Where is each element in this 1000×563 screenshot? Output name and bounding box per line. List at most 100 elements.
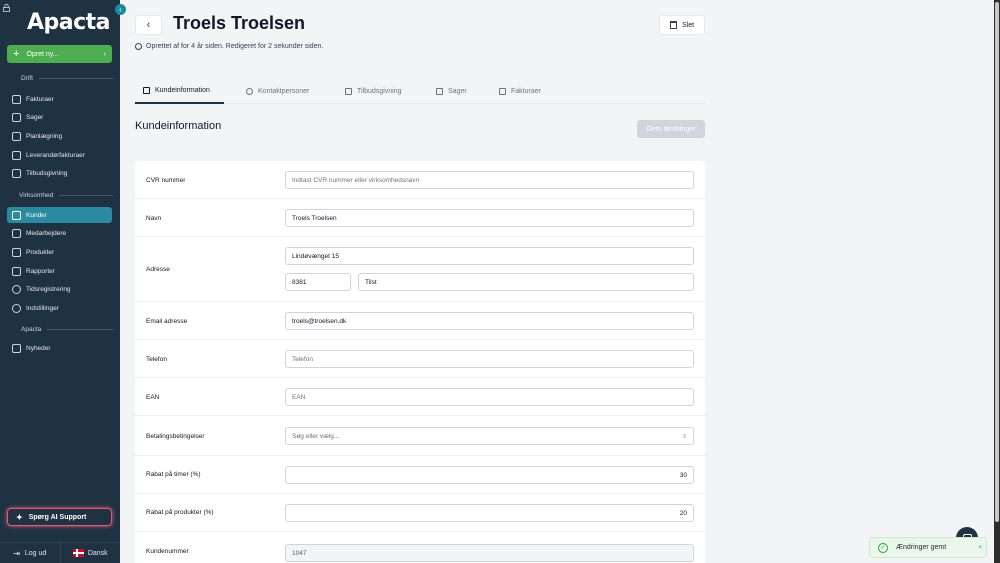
invoice-icon xyxy=(499,87,506,95)
form-row-discount-hours: Rabat på timer (%) 30 xyxy=(135,456,705,494)
ean-label: EAN xyxy=(146,394,160,401)
select-arrows-icon: ⇕ xyxy=(681,433,687,440)
discount-products-input[interactable]: 20 xyxy=(285,504,694,522)
form-row-payment: Betalingsbetingelser Søg eller vælg... ⇕ xyxy=(135,416,705,456)
calendar-icon xyxy=(12,131,21,141)
phone-input[interactable]: Telefon xyxy=(285,350,694,368)
sidebar-item-nyheder[interactable]: Nyheder xyxy=(7,340,112,356)
sidebar-item-sager[interactable]: Sager xyxy=(7,109,112,125)
city-input[interactable]: Tilst xyxy=(358,273,694,291)
ai-support-button[interactable]: ✦ Spørg AI Support xyxy=(7,508,112,526)
name-input[interactable]: Troels Troelsen xyxy=(285,209,694,227)
form-row-discount-products: Rabat på produkter (%) 20 xyxy=(135,494,705,532)
cvr-input[interactable]: Indtast CVR nummer eller virksomhedsnavn xyxy=(285,171,694,189)
chevron-left-icon: ‹ xyxy=(146,19,151,31)
customer-form: CVR nummer Indtast CVR nummer eller virk… xyxy=(135,161,705,563)
tab-fakturaer[interactable]: Fakturaer xyxy=(491,78,549,104)
sidebar-item-produkter[interactable]: Produkter xyxy=(7,244,112,260)
logout-button[interactable]: ⇥ Log ud xyxy=(0,543,61,563)
payment-terms-select[interactable]: Søg eller vælg... ⇕ xyxy=(285,427,694,445)
tab-sager[interactable]: Sager xyxy=(428,78,475,104)
form-row-phone: Telefon Telefon xyxy=(135,340,705,378)
sidebar-item-indstillinger[interactable]: Indstillinger xyxy=(7,300,112,316)
check-circle-icon: ✓ xyxy=(878,542,888,553)
discount-products-label: Rabat på produkter (%) xyxy=(146,509,214,516)
quote-icon xyxy=(345,87,352,95)
sparkle-icon: ✦ xyxy=(16,512,23,522)
meta-info: Oprettet af for 4 år siden. Redigeret fo… xyxy=(135,43,323,50)
sidebar-item-planlaegning[interactable]: Planlægning xyxy=(7,128,112,144)
clock-icon xyxy=(12,284,21,294)
discount-hours-label: Rabat på timer (%) xyxy=(146,471,201,478)
logout-icon: ⇥ xyxy=(13,548,20,558)
page-scrollbar[interactable] xyxy=(994,0,1000,563)
plus-icon: + xyxy=(13,47,20,60)
back-button[interactable]: ‹ xyxy=(135,15,162,35)
trash-icon xyxy=(669,21,677,29)
address-label: Adresse xyxy=(146,266,170,273)
email-input[interactable]: troels@troelsen.dk xyxy=(285,312,694,330)
create-new-label: Opret ny... xyxy=(26,50,59,58)
tab-bar: Kundeinformation Kontaktpersoner Tilbuds… xyxy=(135,78,705,104)
supplier-invoice-icon xyxy=(12,150,21,160)
address-input[interactable]: Lindøvænget 15 xyxy=(285,247,694,265)
section-virksomhed: Virksomhed xyxy=(0,192,120,199)
folder-icon xyxy=(12,112,21,122)
form-row-customer-number: Kundenummer 1047 xyxy=(135,532,705,563)
sidebar-footer: ⇥ Log ud Dansk xyxy=(0,542,120,563)
sidebar-item-fakturaer[interactable]: Fakturaer xyxy=(7,91,112,107)
apacta-logo: Apacta xyxy=(27,10,111,35)
sidebar-item-tidsregistrering[interactable]: Tidsregistrering xyxy=(7,281,112,297)
close-icon[interactable]: × xyxy=(978,545,982,551)
box-icon xyxy=(12,247,21,257)
collapse-sidebar-icon[interactable]: ‹ xyxy=(115,4,126,15)
customer-number-input: 1047 xyxy=(285,544,694,562)
quote-icon xyxy=(12,168,21,178)
folder-icon xyxy=(436,87,443,95)
form-row-email: Email adresse troels@troelsen.dk xyxy=(135,302,705,340)
scrollbar-thumb[interactable] xyxy=(995,2,999,522)
customer-info-icon xyxy=(143,86,150,94)
form-row-address: Adresse Lindøvænget 15 8381 Tilst xyxy=(135,237,705,302)
phone-label: Telefon xyxy=(146,356,167,363)
invoice-icon xyxy=(12,94,21,104)
lock-icon xyxy=(3,4,10,12)
gear-icon xyxy=(12,303,21,313)
sidebar-item-medarbejdere[interactable]: Medarbejdere xyxy=(7,225,112,241)
customer-number-label: Kundenummer xyxy=(146,548,189,555)
page-title: Troels Troelsen xyxy=(173,13,306,33)
sidebar-item-rapporter[interactable]: Rapporter xyxy=(7,263,112,279)
form-row-name: Navn Troels Troelsen xyxy=(135,199,705,237)
employee-icon xyxy=(12,228,21,238)
payment-terms-label: Betalingsbetingelser xyxy=(146,433,205,440)
tab-kundeinformation[interactable]: Kundeinformation xyxy=(135,78,224,104)
section-title: Kundeinformation xyxy=(135,120,222,132)
sidebar-item-tilbudsgivning[interactable]: Tilbudsgivning xyxy=(7,165,112,181)
users-icon xyxy=(12,210,21,220)
name-label: Navn xyxy=(146,215,162,222)
discount-hours-input[interactable]: 30 xyxy=(285,466,694,484)
cvr-label: CVR nummer xyxy=(146,177,186,184)
danish-flag-icon xyxy=(72,549,84,557)
success-toast: ✓ Ændringer gemt × xyxy=(869,537,987,558)
sidebar: Apacta + Opret ny... › Drift Fakturaer S… xyxy=(0,0,120,563)
language-selector[interactable]: Dansk xyxy=(61,543,121,563)
section-apacta: Apacta xyxy=(0,326,120,333)
ean-input[interactable]: EAN xyxy=(285,388,694,406)
create-new-button[interactable]: + Opret ny... › xyxy=(7,45,112,63)
clock-icon xyxy=(135,43,142,50)
section-drift: Drift xyxy=(0,75,120,82)
news-icon xyxy=(12,343,21,353)
phone-icon xyxy=(246,87,253,95)
tab-kontaktpersoner[interactable]: Kontaktpersoner xyxy=(238,78,317,104)
sidebar-item-leverandorfakturaer[interactable]: Leverandørfakturaer xyxy=(7,147,112,163)
form-row-ean: EAN EAN xyxy=(135,378,705,416)
sidebar-item-kunder[interactable]: Kunder xyxy=(7,207,112,223)
zip-input[interactable]: 8381 xyxy=(285,273,351,291)
chevron-right-icon: › xyxy=(103,50,106,58)
delete-button[interactable]: Slet xyxy=(659,15,705,35)
tab-tilbudsgivning[interactable]: Tilbudsgivning xyxy=(337,78,410,104)
form-row-cvr: CVR nummer Indtast CVR nummer eller virk… xyxy=(135,161,705,199)
chart-icon xyxy=(12,266,21,276)
save-changes-button[interactable]: Gem ændringer xyxy=(637,120,705,138)
